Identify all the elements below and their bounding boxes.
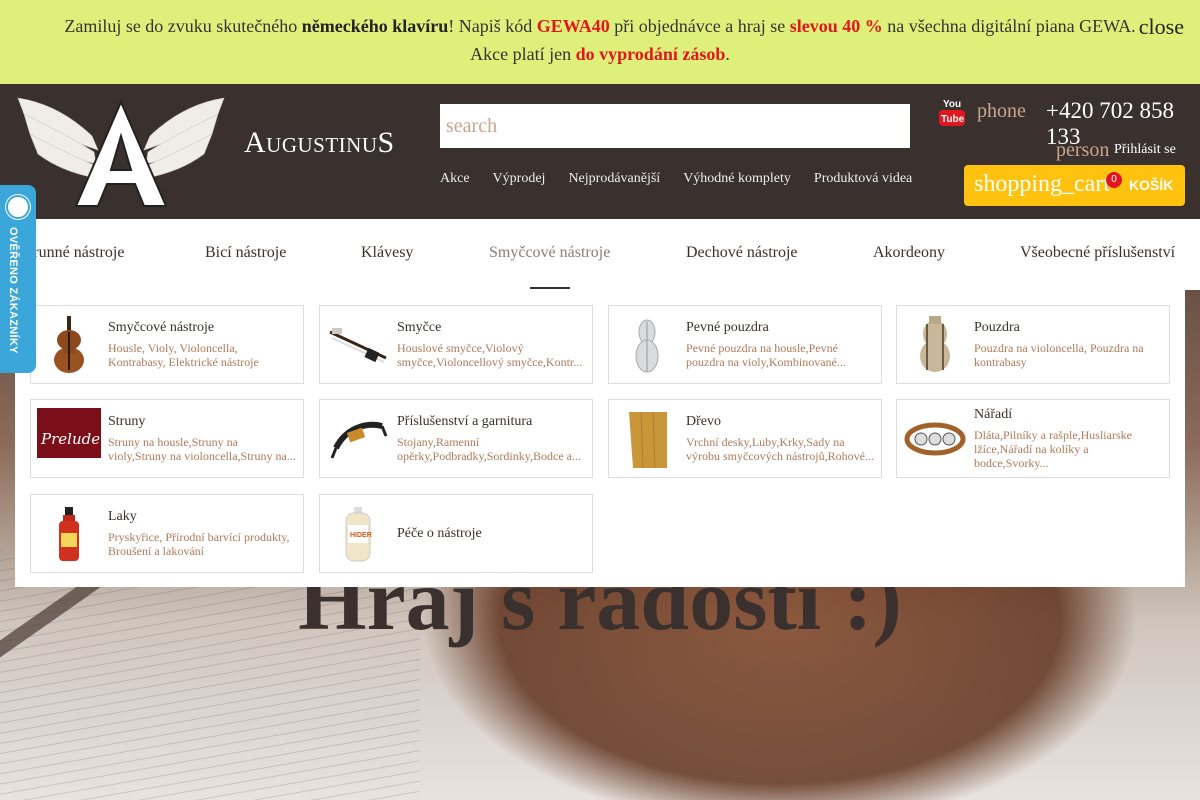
promo-discount: slevou 40 % — [789, 16, 883, 36]
category-card[interactable]: Pevné pouzdra Pevné pouzdra na housle,Pe… — [608, 305, 882, 384]
category-title: Nářadí — [974, 407, 1013, 422]
main-nav-item-akordeony[interactable]: Akordeony — [873, 244, 945, 262]
category-title: Péče o nástroje — [397, 526, 482, 541]
svg-text:Tube: Tube — [941, 114, 965, 125]
soft-case-icon — [920, 316, 950, 372]
category-card[interactable]: Prelude Struny Struny na housle,Struny n… — [30, 399, 304, 478]
site-header: AugustinuS Akce Výprodej Nejprodávanější… — [0, 84, 1200, 219]
verified-by-customers-badge[interactable]: OVĚŘENO ZÁKAZNÍKY — [0, 185, 36, 373]
promo-text: ! Napiš kód — [448, 16, 537, 36]
shopping-cart-icon: shopping_cart — [974, 171, 1110, 197]
main-nav-item-prislusenstvi[interactable]: Všeobecné příslušenství — [1020, 244, 1175, 262]
care-bottle-icon: HIDER — [345, 507, 372, 562]
svg-text:You: You — [943, 99, 961, 110]
top-nav-item-akce[interactable]: Akce — [440, 171, 470, 187]
promo-code: GEWA40 — [536, 16, 610, 36]
login-link[interactable]: Přihlásit se — [1114, 142, 1176, 158]
category-subtitle: Houslové smyčce,Violový smyčce,Violoncel… — [397, 341, 583, 369]
main-nav: Strunné nástroje Bicí nástroje Klávesy S… — [0, 219, 1200, 290]
cart-label: KOŠÍK — [1129, 177, 1174, 193]
logo-text[interactable]: AugustinuS — [244, 126, 395, 160]
category-card[interactable]: Příslušenství a garnitura Stojany,Ramenn… — [319, 399, 593, 478]
phone-icon: phone — [977, 100, 1026, 122]
shoulder-rest-icon — [330, 421, 388, 459]
varnish-bottle-icon — [59, 507, 79, 561]
category-subtitle: Housle, Violy, Violoncella, Kontrabasy, … — [108, 341, 259, 369]
category-title: Dřevo — [686, 414, 721, 429]
logo-icon[interactable] — [14, 92, 228, 210]
category-card[interactable]: Laky Pryskyřice, Přírodní barvící produk… — [30, 494, 304, 573]
verified-label: OVĚŘENO ZÁKAZNÍKY — [7, 227, 19, 354]
category-title: Struny — [108, 414, 146, 429]
active-tab-underline — [530, 287, 570, 289]
category-title: Pevné pouzdra — [686, 320, 769, 335]
main-nav-item-smyccove[interactable]: Smyčcové nástroje — [489, 244, 610, 262]
hard-case-icon — [635, 319, 659, 373]
top-nav-item-vyprodej[interactable]: Výprodej — [493, 171, 546, 187]
violin-icon — [54, 316, 84, 373]
tools-icon — [904, 422, 966, 456]
search-input[interactable] — [440, 104, 910, 148]
strings-package-icon: Prelude — [37, 408, 101, 470]
category-card[interactable]: HIDER Péče o nástroje — [319, 494, 593, 573]
category-title: Smyčce — [397, 320, 442, 335]
category-subtitle: Pevné pouzdra na housle,Pevné pouzdra na… — [686, 341, 846, 369]
category-subtitle: Vrchní desky,Luby,Krky,Sady na výrobu sm… — [686, 435, 874, 463]
category-title: Pouzdra — [974, 320, 1020, 335]
category-title: Laky — [108, 509, 137, 524]
close-icon[interactable]: close — [1139, 14, 1184, 40]
main-nav-item-bici[interactable]: Bicí nástroje — [205, 244, 286, 262]
top-nav-item-bestsellers[interactable]: Nejprodávanější — [568, 171, 660, 187]
promo-text: . — [725, 44, 730, 64]
promo-text: Zamiluj se do zvuku skutečného — [64, 16, 302, 36]
person-icon: person — [1056, 139, 1110, 161]
promo-bar: Zamiluj se do zvuku skutečného německého… — [0, 0, 1200, 84]
bow-icon — [329, 328, 387, 363]
category-title: Příslušenství a garnitura — [397, 414, 533, 429]
top-nav-item-bundles[interactable]: Výhodné komplety — [683, 171, 791, 187]
category-card[interactable]: Pouzdra Pouzdra na violoncella, Pouzdra … — [896, 305, 1170, 384]
category-card[interactable]: Dřevo Vrchní desky,Luby,Krky,Sady na výr… — [608, 399, 882, 478]
main-nav-item-klavesy[interactable]: Klávesy — [361, 244, 413, 262]
svg-text:HIDER: HIDER — [350, 532, 372, 539]
cart-count-badge: 0 — [1106, 172, 1122, 188]
promo-text: při objednávce a hraj se — [609, 16, 790, 36]
category-subtitle: Stojany,Ramenní opěrky,Podbradky,Sordink… — [397, 435, 581, 463]
category-dropdown: Smyčcové nástroje Housle, Violy, Violonc… — [15, 290, 1185, 587]
category-title: Smyčcové nástroje — [108, 320, 215, 335]
youtube-icon[interactable]: You Tube — [938, 96, 966, 128]
category-card[interactable]: Smyčcové nástroje Housle, Violy, Violonc… — [30, 305, 304, 384]
svg-text:Prelude: Prelude — [40, 430, 100, 448]
cart-button[interactable]: shopping_cart 0 KOŠÍK — [964, 165, 1185, 206]
top-nav: Akce Výprodej Nejprodávanější Výhodné ko… — [440, 171, 935, 187]
category-subtitle: Struny na housle,Struny na violy,Struny … — [108, 435, 296, 463]
category-subtitle: Dláta,Pilníky a rašple,Husliarske lžíce,… — [974, 428, 1132, 470]
promo-highlight: německého klavíru — [301, 16, 449, 36]
wood-plank-icon — [629, 411, 667, 469]
promo-text: Akce platí jen — [470, 44, 576, 64]
category-subtitle: Pouzdra na violoncella, Pouzdra na kontr… — [974, 341, 1144, 369]
category-subtitle: Pryskyřice, Přírodní barvící produkty, B… — [108, 530, 290, 558]
promo-line-2: Akce platí jen do vyprodání zásob. — [0, 44, 1200, 65]
category-card[interactable]: Smyčce Houslové smyčce,Violový smyčce,Vi… — [319, 305, 593, 384]
verified-seal-icon — [6, 195, 30, 219]
main-nav-item-dechove[interactable]: Dechové nástroje — [686, 244, 798, 262]
promo-highlight: do vyprodání zásob — [575, 44, 726, 64]
promo-line-1: Zamiluj se do zvuku skutečného německého… — [0, 16, 1200, 37]
top-nav-item-videos[interactable]: Produktová videa — [814, 171, 912, 187]
promo-text: na všechna digitální piana GEWA. — [882, 16, 1136, 36]
category-card[interactable]: Nářadí Dláta,Pilníky a rašple,Husliarske… — [896, 399, 1170, 478]
